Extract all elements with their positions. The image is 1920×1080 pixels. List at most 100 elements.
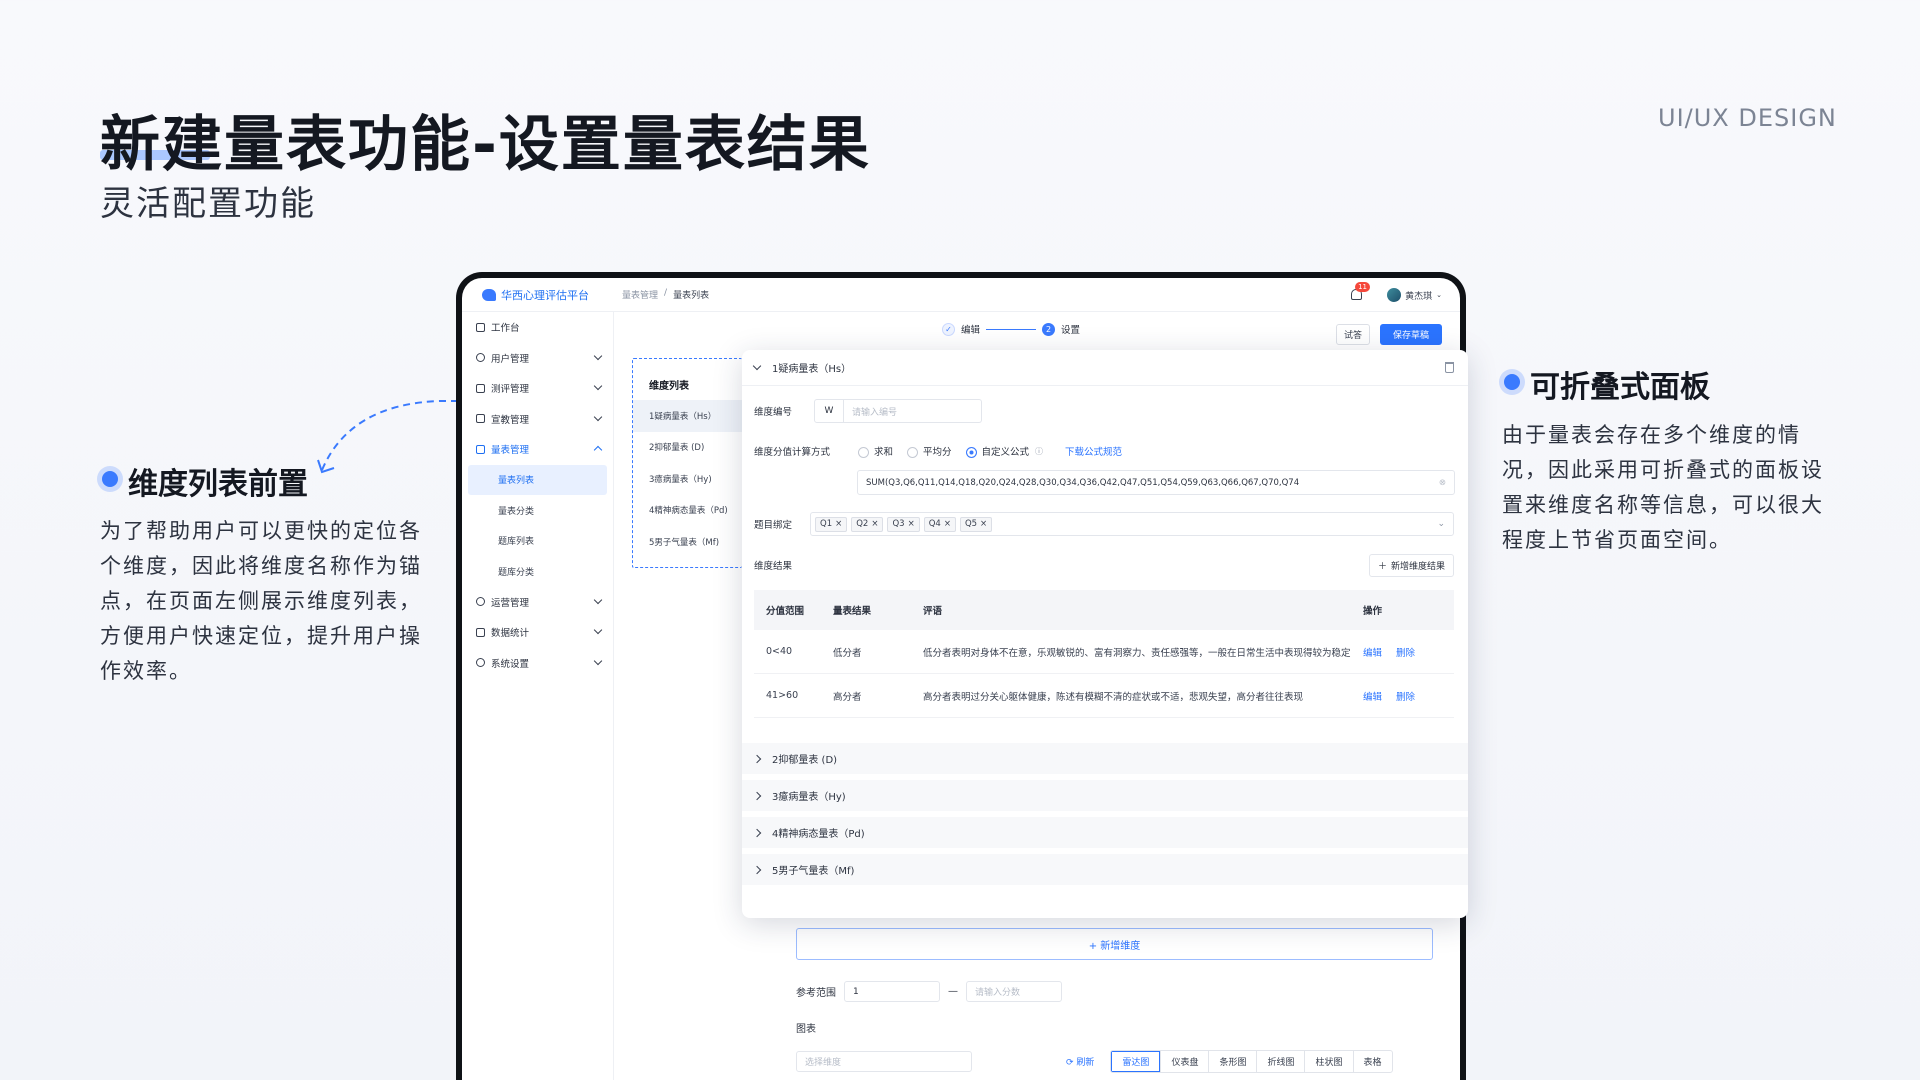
radio-icon — [907, 447, 919, 458]
sidebar-item-system[interactable]: 系统设置 — [462, 648, 613, 679]
dimension-code-input[interactable]: 请输入编号 — [844, 399, 982, 423]
question-binding-select[interactable]: Q1 × Q2 × Q3 × Q4 × Q5 × ⌄ — [810, 512, 1454, 536]
collapsed-panel[interactable]: 2抑郁量表 (D) — [742, 737, 1468, 774]
edit-link[interactable]: 编辑 — [1363, 648, 1382, 659]
close-icon[interactable]: × — [908, 519, 915, 529]
close-icon[interactable]: × — [980, 519, 987, 529]
add-result-button[interactable]: ＋新增维度结果 — [1368, 553, 1454, 577]
collapsed-panel[interactable]: 4精神病态量表（Pd) — [742, 811, 1468, 848]
step-label-settings: 设置 — [1061, 325, 1081, 336]
sidebar-subitem-question-list[interactable]: 题库列表 — [468, 526, 607, 557]
question-chip[interactable]: Q4 × — [923, 516, 956, 532]
chevron-down-icon — [593, 656, 603, 665]
chart-type-tab[interactable]: 柱状图 — [1304, 1051, 1352, 1072]
annotation-right-body: 由于量表会存在多个维度的情况，因此采用可折叠式的面板设置来维度名称等信息，可以很… — [1502, 423, 1824, 552]
sidebar-item-statistics[interactable]: 数据统计 — [462, 617, 613, 648]
chart-type-tab[interactable]: 雷达图 — [1111, 1051, 1161, 1072]
breadcrumb-item[interactable]: 量表管理 — [622, 288, 658, 301]
question-chip[interactable]: Q5 × — [959, 516, 993, 532]
chevron-right-icon — [752, 754, 762, 763]
clear-icon[interactable]: ⊗ — [1439, 478, 1446, 488]
user-name: 黄杰琪 — [1405, 291, 1433, 302]
breadcrumb-separator: / — [664, 288, 668, 298]
dimension-code-prefix: W — [814, 399, 844, 423]
question-chip[interactable]: Q1 × — [815, 516, 848, 532]
chart-type-tab[interactable]: 表格 — [1352, 1051, 1392, 1072]
sidebar-item-operations[interactable]: 运营管理 — [462, 587, 613, 618]
panel-header[interactable]: 1疑病量表（Hs） — [742, 350, 1468, 386]
dimension-list-title: 维度列表 — [649, 381, 689, 392]
question-binding-row: 题目绑定 Q1 × Q2 × Q3 × Q4 × Q5 × ⌄ — [754, 512, 1454, 536]
close-icon[interactable]: × — [871, 519, 878, 529]
chevron-down-icon — [593, 625, 603, 635]
ref-range-max-input[interactable]: 请输入分数 — [966, 981, 1062, 1002]
collapsed-panel[interactable]: 5男子气量表（Mf) — [742, 848, 1468, 885]
calc-method-label: 维度分值计算方式 — [754, 447, 831, 458]
edit-link[interactable]: 编辑 — [1363, 692, 1382, 703]
table-header-cell: 量表结果 — [833, 606, 872, 617]
chart-type-tab[interactable]: 折线图 — [1256, 1051, 1304, 1072]
chevron-down-icon — [593, 412, 603, 421]
sidebar-item-users[interactable]: 用户管理 — [462, 343, 613, 374]
sidebar-subitem-scale-list[interactable]: 量表列表 — [468, 464, 607, 495]
chart-type-tab[interactable]: 条形图 — [1208, 1051, 1256, 1072]
sidebar-item-workbench[interactable]: 工作台 — [462, 312, 613, 343]
trash-icon[interactable] — [1445, 362, 1454, 373]
dimension-result-label: 维度结果 — [754, 561, 793, 572]
dimension-list-item[interactable]: 4精神病态量表（Pd) — [633, 495, 742, 527]
sidebar-item-education[interactable]: 宣教管理 — [462, 404, 613, 435]
collapsed-panel[interactable]: 3癔病量表（Hy) — [742, 774, 1468, 811]
sidebar-subitem-scale-category[interactable]: 量表分类 — [468, 495, 607, 526]
chevron-up-icon — [593, 445, 603, 455]
user-menu[interactable]: 黄杰琪 ⌄ — [1387, 288, 1442, 302]
question-chip[interactable]: Q3 × — [887, 516, 920, 532]
question-binding-label: 题目绑定 — [754, 520, 793, 531]
result-cell: 高分者 — [833, 691, 862, 703]
chart-icon — [476, 627, 485, 637]
chevron-down-icon — [593, 351, 603, 360]
add-dimension-button[interactable]: + 新增维度 — [796, 928, 1433, 960]
dimension-list-item[interactable]: 5男子气量表（Mf) — [633, 526, 742, 558]
info-icon[interactable]: ⓘ — [1035, 446, 1043, 457]
app-logo[interactable]: 华西心理评估平台 — [482, 287, 622, 303]
chevron-right-icon — [752, 828, 762, 837]
dimension-list-item[interactable]: 1疑病量表（Hs） — [633, 400, 742, 432]
ref-range-dash: — — [948, 986, 958, 997]
sidebar-item-scales[interactable]: 量表管理 — [462, 434, 613, 465]
formula-spec-link[interactable]: 下载公式规范 — [1065, 444, 1122, 458]
notification-badge: 11 — [1355, 282, 1370, 292]
result-table: 分值范围 量表结果 评语 操作 0<40 低分者 低分者表明对身体不在意，乐观敏… — [754, 590, 1454, 718]
settings-icon — [476, 597, 485, 607]
chart-dimension-select[interactable]: 选择维度 — [796, 1051, 972, 1072]
step-label-edit[interactable]: 编辑 — [961, 322, 980, 336]
delete-link[interactable]: 删除 — [1396, 692, 1415, 703]
dimension-list: 维度列表 1疑病量表（Hs） 2抑郁量表 (D) 3癔病量表（Hy) 4精神病态… — [632, 358, 742, 568]
calc-option-custom[interactable]: 自定义公式 — [965, 444, 1029, 458]
save-draft-button[interactable]: 保存草稿 — [1380, 324, 1442, 345]
sidebar-subitem-question-category[interactable]: 题库分类 — [468, 556, 607, 587]
ref-range-min-input[interactable]: 1 — [844, 981, 940, 1002]
sidebar-item-assessment[interactable]: 测评管理 — [462, 373, 613, 404]
table-row: 41>60 高分者 高分者表明过分关心躯体健康，陈述有模糊不清的症状或不适，悲观… — [754, 674, 1454, 718]
formula-input[interactable]: SUM(Q3,Q6,Q11,Q14,Q18,Q20,Q24,Q28,Q30,Q3… — [857, 470, 1455, 495]
delete-link[interactable]: 删除 — [1396, 648, 1415, 659]
annotation-left-body: 为了帮助用户可以更快的定位各个维度，因此将维度名称作为锚点，在页面左侧展示维度列… — [100, 519, 422, 683]
close-icon[interactable]: × — [944, 519, 951, 529]
dimension-list-item[interactable]: 2抑郁量表 (D) — [633, 432, 742, 464]
close-icon[interactable]: × — [835, 519, 842, 529]
calc-option-sum[interactable]: 求和 — [858, 444, 893, 458]
chart-type-tab[interactable]: 仪表盘 — [1160, 1051, 1208, 1072]
chevron-down-icon — [593, 595, 603, 604]
refresh-button[interactable]: ⟳ 刷新 — [1066, 1055, 1094, 1068]
dimension-list-item[interactable]: 3癔病量表（Hy) — [633, 463, 742, 495]
design-tag: UI/UX DESIGN — [1658, 104, 1837, 132]
ref-range-row: 参考范围 1 — 请输入分数 — [796, 981, 1062, 1002]
dimension-result-row: 维度结果 ＋新增维度结果 — [754, 553, 1454, 577]
range-cell: 41>60 — [766, 690, 799, 701]
clipboard-icon — [476, 383, 485, 393]
comment-cell: 低分者表明对身体不在意，乐观敏锐的、富有洞察力、责任感强等，一般在日常生活中表现… — [923, 647, 1351, 659]
breadcrumb-current: 量表列表 — [673, 291, 710, 301]
trial-button[interactable]: 试答 — [1336, 324, 1370, 345]
question-chip[interactable]: Q2 × — [851, 516, 884, 532]
calc-option-average[interactable]: 平均分 — [907, 444, 952, 458]
